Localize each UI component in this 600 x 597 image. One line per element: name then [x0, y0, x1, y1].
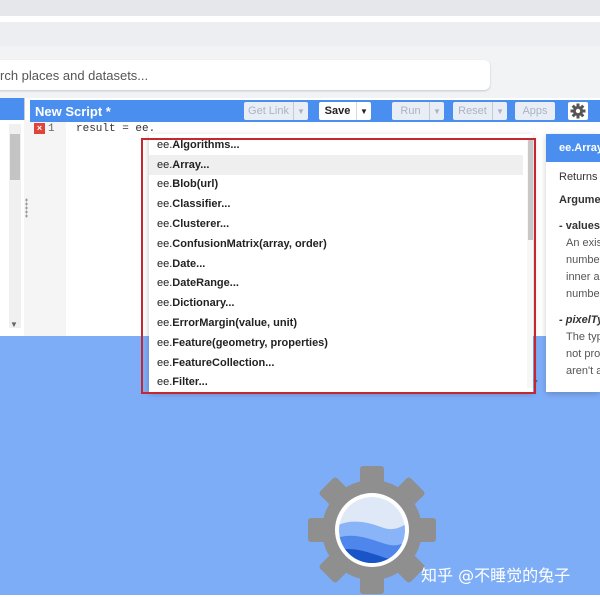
- top-bar: [0, 0, 600, 16]
- earth-engine-logo-icon: [308, 466, 436, 594]
- run-label: Run: [400, 105, 421, 117]
- docs-param-desc: aren't a: [566, 365, 600, 377]
- get-link-button[interactable]: Get Link ▼: [244, 102, 308, 120]
- annotation-highlight-box: [141, 138, 536, 394]
- code-line[interactable]: result = ee.: [76, 123, 155, 135]
- left-scrollbar-thumb[interactable]: [10, 134, 20, 180]
- editor-gutter: [30, 122, 66, 336]
- docs-param-name: - pixelTy: [559, 314, 600, 326]
- chevron-down-icon[interactable]: ▼: [293, 102, 308, 120]
- apps-button[interactable]: Apps: [515, 102, 555, 120]
- docs-param-desc: An exis: [566, 237, 600, 249]
- apps-label: Apps: [522, 105, 548, 117]
- docs-param-desc: The typ: [566, 331, 600, 343]
- title-bar: [0, 22, 600, 46]
- settings-button[interactable]: [568, 102, 588, 120]
- gear-icon: [570, 103, 586, 119]
- left-panel-header: [0, 98, 24, 120]
- docs-returns: Returns: [559, 171, 598, 183]
- reset-button[interactable]: Reset ▼: [453, 102, 507, 120]
- save-button[interactable]: Save ▼: [319, 102, 371, 120]
- docs-param-desc: numbe: [566, 288, 600, 300]
- docs-title: ee.Array: [559, 142, 600, 154]
- error-icon[interactable]: ×: [34, 123, 45, 134]
- get-link-label: Get Link: [248, 105, 289, 117]
- docs-param-desc: not pro: [566, 348, 600, 360]
- line-number: 1: [48, 123, 55, 135]
- script-title: New Script *: [35, 104, 111, 119]
- docs-param-name: - values: [559, 220, 600, 232]
- search-placeholder: rch places and datasets...: [0, 68, 149, 83]
- scroll-down-arrow-icon[interactable]: ▼: [10, 320, 18, 329]
- docs-arguments-heading: Argumen: [559, 194, 600, 206]
- docs-param-desc: inner a: [566, 271, 600, 283]
- save-label: Save: [324, 105, 351, 117]
- reset-label: Reset: [458, 105, 487, 117]
- watermark-text: 知乎 @不睡觉的兔子: [421, 566, 571, 585]
- chevron-down-icon[interactable]: ▼: [429, 102, 444, 120]
- docs-panel: ee.Array Returns Argumen - values An exi…: [546, 134, 600, 392]
- chevron-down-icon[interactable]: ▼: [356, 102, 371, 120]
- chevron-down-icon[interactable]: ▼: [492, 102, 507, 120]
- grip-dots-icon: [25, 198, 28, 218]
- run-button[interactable]: Run ▼: [392, 102, 444, 120]
- docs-param-desc: numbe: [566, 254, 600, 266]
